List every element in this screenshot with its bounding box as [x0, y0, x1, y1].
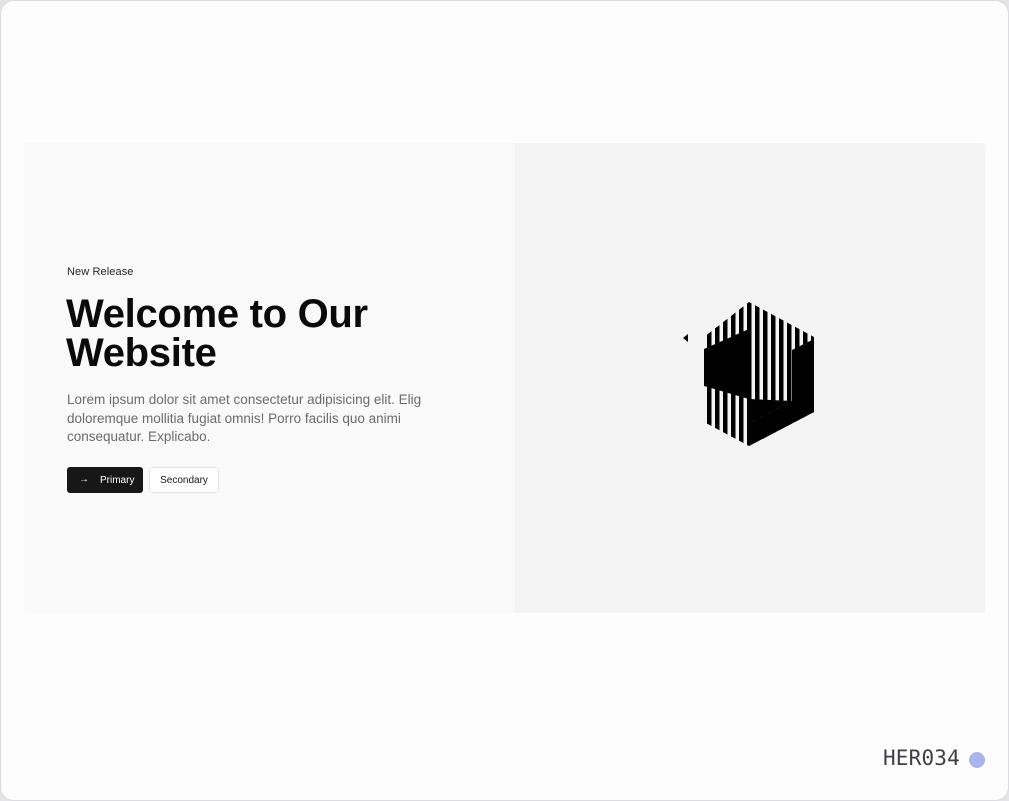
- secondary-button[interactable]: Secondary: [149, 467, 219, 493]
- arrow-right-icon: →: [79, 474, 89, 485]
- status-dot: [969, 752, 985, 768]
- hero-description: Lorem ipsum dolor sit amet consectetur a…: [67, 392, 422, 444]
- primary-button-label: Primary: [100, 474, 135, 486]
- striped-hexagon-logo: [683, 302, 814, 446]
- hero-section: New Release Welcome to Our Website Lorem…: [24, 143, 985, 613]
- component-code: HER034: [882, 746, 960, 770]
- hero-media: [515, 143, 985, 613]
- hero-content: New Release Welcome to Our Website Lorem…: [24, 143, 515, 613]
- hero-actions: → Primary Secondary: [67, 467, 219, 493]
- primary-button[interactable]: → Primary: [67, 467, 143, 493]
- hero-title: Welcome to Our Website: [66, 292, 368, 375]
- hero-eyebrow: New Release: [67, 266, 134, 278]
- page-frame: New Release Welcome to Our Website Lorem…: [0, 0, 1009, 801]
- secondary-button-label: Secondary: [160, 474, 208, 486]
